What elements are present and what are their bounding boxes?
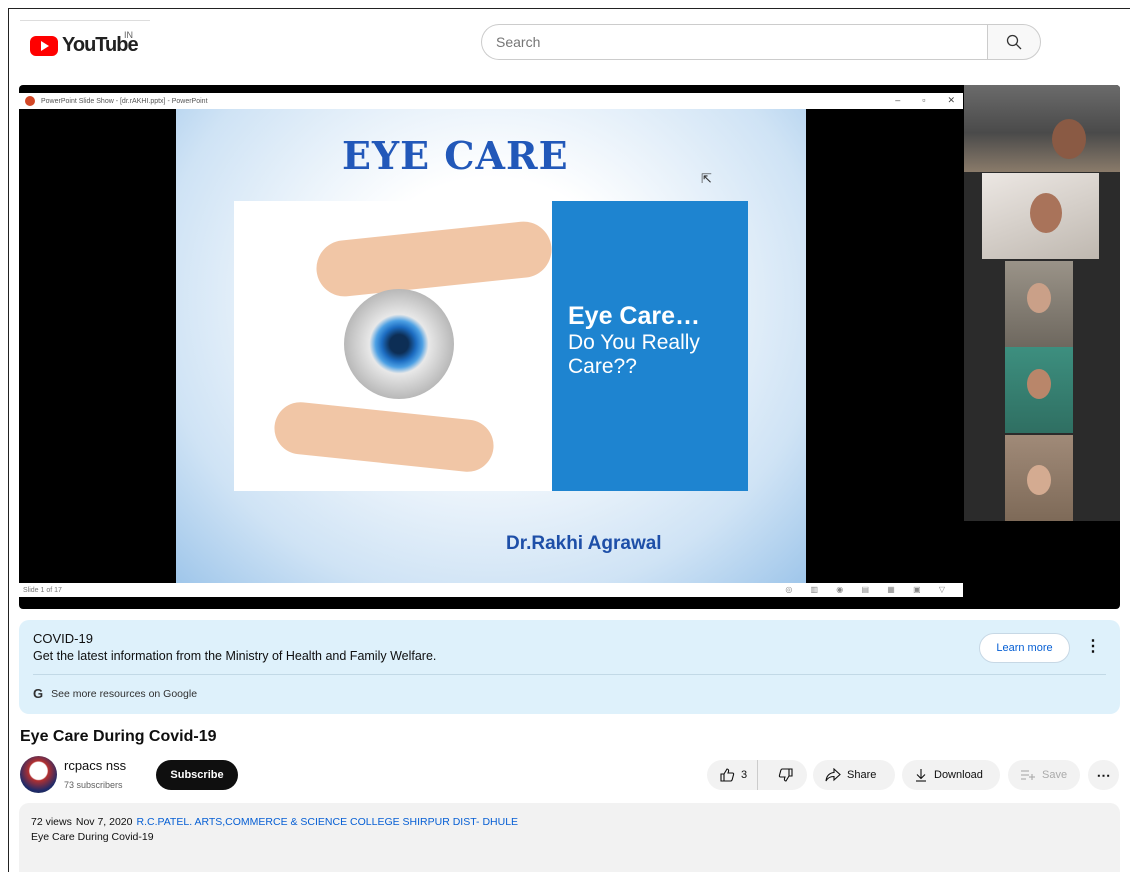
college-hashtag-link[interactable]: R.C.PATEL. ARTS,COMMERCE & SCIENCE COLLE…	[136, 816, 518, 828]
slide-title: EYE CARE	[342, 133, 569, 178]
powerpoint-statusbar: Slide 1 of 17 ◎ ▥ ◉ ▤ ▦ ▣ ▽	[19, 583, 963, 597]
google-resources-link[interactable]: G See more resources on Google	[33, 686, 197, 701]
video-player[interactable]: PowerPoint Slide Show - [dr.rAKHI.pptx] …	[19, 85, 1120, 609]
mouse-cursor-icon: ⇱	[701, 171, 712, 186]
more-options-icon[interactable]: ⋮	[1085, 636, 1101, 656]
participant-gallery	[964, 85, 1120, 521]
google-resources-label: See more resources on Google	[51, 687, 198, 700]
youtube-play-icon	[30, 35, 58, 56]
search-icon	[1006, 34, 1022, 50]
divider	[20, 20, 150, 21]
description-box[interactable]: 72 views Nov 7, 2020 R.C.PATEL. ARTS,COM…	[19, 803, 1120, 872]
participant-tile	[1005, 435, 1073, 521]
participant-face	[1027, 283, 1051, 313]
participant-tile	[1005, 347, 1073, 433]
more-horizontal-icon: ⋯	[1096, 766, 1111, 783]
powerpoint-titlebar: PowerPoint Slide Show - [dr.rAKHI.pptx] …	[19, 93, 963, 109]
share-label: Share	[847, 769, 877, 781]
download-button[interactable]: Download	[902, 760, 1000, 790]
upper-hand-shape	[313, 218, 555, 300]
window-buttons: – ▫ ✕	[895, 95, 955, 106]
share-icon	[825, 768, 841, 782]
channel-name[interactable]: rcpacs nss	[64, 758, 126, 773]
region-code: IN	[124, 30, 133, 40]
divider	[33, 674, 1106, 675]
thumbs-up-icon	[720, 768, 735, 782]
download-icon	[916, 769, 926, 782]
participant-tile	[1005, 261, 1073, 347]
thumbs-down-icon	[778, 768, 793, 782]
download-label: Download	[934, 769, 983, 781]
like-dislike-group: 3	[707, 760, 807, 790]
view-count: 72 views	[31, 816, 72, 828]
like-count: 3	[741, 769, 748, 781]
participant-face	[1052, 119, 1086, 159]
powerpoint-window-title: PowerPoint Slide Show - [dr.rAKHI.pptx] …	[41, 97, 208, 105]
more-actions-button[interactable]: ⋯	[1088, 760, 1119, 790]
share-button[interactable]: Share	[813, 760, 895, 790]
slide-callout-box: Eye Care… Do You Really Care??	[552, 201, 748, 491]
youtube-logo[interactable]: YouTube	[30, 34, 139, 57]
powerpoint-icon	[25, 96, 35, 106]
description-text: Eye Care During Covid-19	[31, 831, 154, 843]
participant-tile	[964, 85, 1120, 172]
learn-more-button[interactable]: Learn more	[979, 633, 1070, 663]
search-bar	[481, 24, 1041, 60]
slide-counter: Slide 1 of 17	[23, 586, 62, 594]
video-title: Eye Care During Covid-19	[20, 728, 217, 745]
save-label: Save	[1042, 769, 1068, 781]
slide-callout-text: Do You Really Care??	[568, 331, 700, 378]
channel-avatar[interactable]	[20, 756, 57, 793]
covid-description: Get the latest information from the Mini…	[33, 649, 437, 663]
view-controls-icons: ◎ ▥ ◉ ▤ ▦ ▣ ▽	[785, 585, 953, 594]
save-to-playlist-icon	[1021, 770, 1035, 780]
subscribe-button[interactable]: Subscribe	[156, 760, 238, 790]
eyeball-image	[344, 289, 454, 399]
lower-hand-shape	[271, 399, 497, 475]
participant-tile	[982, 173, 1099, 259]
covid-title: COVID-19	[33, 631, 93, 646]
dislike-button[interactable]	[764, 760, 807, 790]
description-meta: 72 views Nov 7, 2020 R.C.PATEL. ARTS,COM…	[31, 816, 1108, 828]
slide-callout-heading: Eye Care…	[568, 302, 701, 330]
covid-info-panel: COVID-19 Get the latest information from…	[19, 620, 1120, 714]
slide-author: Dr.Rakhi Agrawal	[506, 533, 662, 554]
close-icon: ✕	[947, 95, 955, 105]
upload-date: Nov 7, 2020	[75, 816, 133, 828]
google-icon: G	[33, 686, 44, 701]
search-input[interactable]	[481, 24, 987, 60]
save-button[interactable]: Save	[1008, 760, 1080, 790]
subscriber-count: 73 subscribers	[64, 780, 123, 790]
minimize-icon: –	[895, 95, 901, 105]
like-button[interactable]: 3	[707, 760, 759, 790]
participant-face	[1030, 193, 1062, 233]
slide-photo-hands-eye	[234, 201, 555, 491]
restore-icon: ▫	[922, 95, 926, 105]
participant-face	[1027, 369, 1051, 399]
presentation-slide: EYE CARE Eye Care… Do You Really Care?? …	[176, 109, 806, 583]
participant-face	[1027, 465, 1051, 495]
search-button[interactable]	[987, 24, 1041, 60]
